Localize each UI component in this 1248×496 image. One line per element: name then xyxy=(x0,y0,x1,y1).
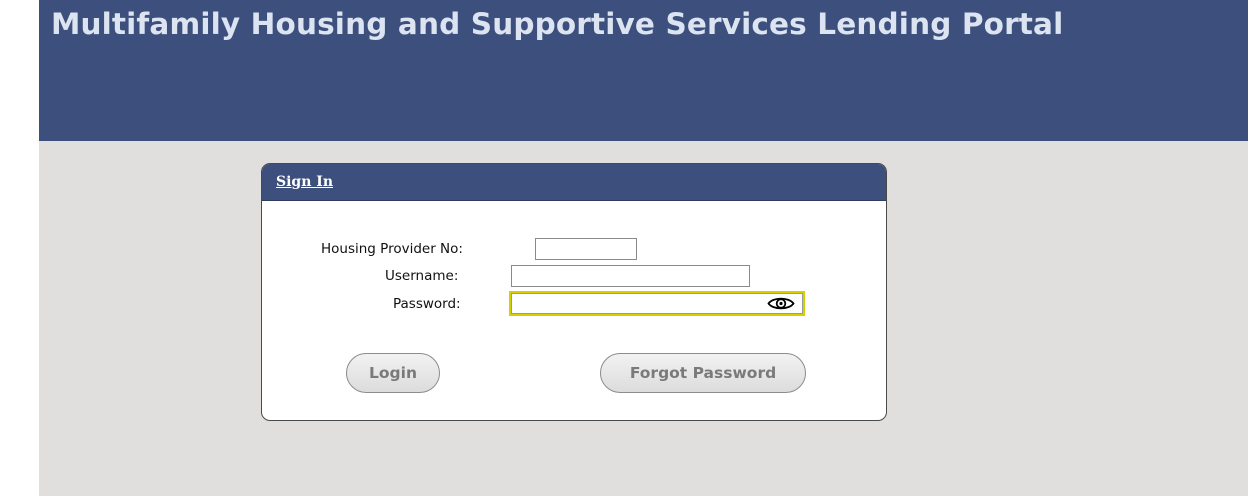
provider-no-label: Housing Provider No: xyxy=(321,241,463,257)
eye-icon[interactable] xyxy=(767,295,795,312)
provider-no-input[interactable] xyxy=(535,238,637,260)
forgot-password-button[interactable]: Forgot Password xyxy=(600,353,806,393)
signin-title-link[interactable]: Sign In xyxy=(276,174,333,190)
password-field-wrapper xyxy=(509,291,805,316)
header-banner: Multifamily Housing and Supportive Servi… xyxy=(39,0,1248,141)
login-button[interactable]: Login xyxy=(346,353,440,393)
password-input[interactable] xyxy=(511,293,761,314)
signin-header: Sign In xyxy=(262,164,886,201)
page-title: Multifamily Housing and Supportive Servi… xyxy=(51,7,1064,41)
username-input[interactable] xyxy=(511,265,750,287)
username-label: Username: xyxy=(385,268,459,284)
signin-panel: Sign In Housing Provider No: Username: P… xyxy=(261,163,887,421)
password-label: Password: xyxy=(393,296,461,312)
